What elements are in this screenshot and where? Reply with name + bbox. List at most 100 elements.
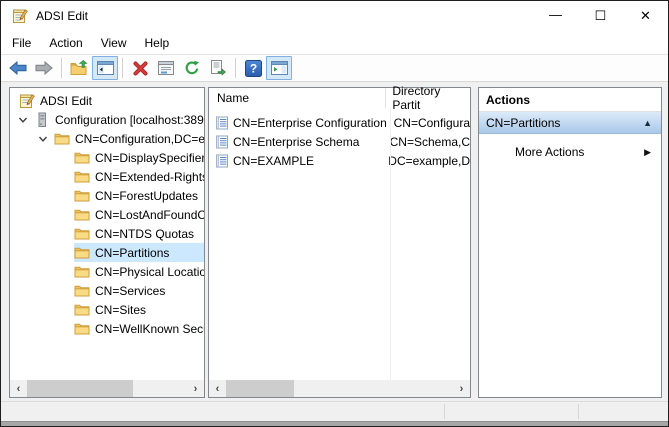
column-header-name[interactable]: Name — [209, 88, 386, 108]
list-horizontal-scrollbar[interactable]: ‹ › — [209, 380, 470, 397]
maximize-icon: ☐ — [595, 8, 607, 24]
collapse-section-icon[interactable]: ▲ — [643, 118, 652, 128]
column-divider — [390, 108, 391, 380]
tree-item-services[interactable]: CN=Services — [10, 281, 204, 300]
tree-horizontal-scrollbar[interactable]: ‹ › — [10, 380, 204, 397]
show-console-tree-button[interactable] — [92, 56, 118, 80]
tree-item-partitions[interactable]: CN=Partitions — [10, 243, 204, 262]
list-cell-partition: CN=Configura — [388, 116, 470, 130]
status-bar-divider — [578, 404, 579, 419]
chevron-expanded-icon[interactable] — [38, 134, 54, 144]
list-row-enterprise-schema[interactable]: CN=Enterprise Schema CN=Schema,C — [209, 132, 470, 151]
forward-button[interactable] — [31, 56, 57, 80]
tree-item-label: CN=Sites — [95, 303, 146, 317]
window-controls: — ☐ ✕ — [533, 1, 668, 31]
console-tree-pane: ADSI Edit Configuration [localhost:389 — [9, 87, 205, 398]
menu-action[interactable]: Action — [40, 33, 91, 53]
scrollbar-thumb[interactable] — [226, 380, 294, 397]
forward-icon — [35, 61, 53, 75]
tree-item-wellknown-security[interactable]: CN=WellKnown Secu — [10, 319, 204, 338]
directory-object-icon — [215, 135, 229, 149]
scroll-right-arrow-icon[interactable]: › — [453, 380, 470, 397]
adsi-edit-icon — [19, 93, 35, 109]
column-header-directory-partition[interactable]: Directory Partit — [386, 84, 470, 112]
tree-item-extended-rights[interactable]: CN=Extended-Rights — [10, 167, 204, 186]
list-row-example[interactable]: CN=EXAMPLE DC=example,D — [209, 151, 470, 170]
close-icon: ✕ — [640, 8, 651, 24]
actions-section-header[interactable]: CN=Partitions ▲ — [479, 112, 661, 134]
tree-item-label: ADSI Edit — [40, 94, 92, 108]
list-cell-partition: DC=example,D — [382, 154, 470, 168]
close-button[interactable]: ✕ — [623, 1, 668, 31]
refresh-icon — [184, 60, 200, 76]
folder-icon — [74, 302, 90, 318]
folder-icon — [74, 264, 90, 280]
directory-object-icon — [215, 154, 229, 168]
toolbar: ? — [1, 54, 668, 82]
list-rows: CN=Enterprise Configuration CN=Configura… — [209, 113, 470, 170]
tree-item-label: CN=ForestUpdates — [95, 189, 198, 203]
properties-icon — [158, 61, 174, 75]
svg-text:?: ? — [249, 61, 256, 75]
scroll-right-arrow-icon[interactable]: › — [187, 380, 204, 397]
scrollbar-thumb[interactable] — [27, 380, 133, 397]
up-one-level-button[interactable] — [66, 56, 92, 80]
minimize-icon: — — [549, 7, 562, 22]
tree-item-adsi-edit[interactable]: ADSI Edit — [10, 91, 204, 110]
export-list-button[interactable] — [205, 56, 231, 80]
actions-section-title: CN=Partitions — [486, 116, 643, 130]
actions-pane: Actions CN=Partitions ▲ More Actions ▶ — [478, 87, 662, 398]
delete-button[interactable] — [127, 56, 153, 80]
up-one-level-icon — [70, 60, 88, 76]
folder-icon — [74, 245, 90, 261]
tree-item-label: Configuration [localhost:389 — [55, 113, 204, 127]
selected-tree-item[interactable]: CN=Partitions — [74, 243, 204, 262]
scroll-left-arrow-icon[interactable]: ‹ — [209, 380, 226, 397]
tree-item-label: CN=WellKnown Secu — [95, 322, 204, 336]
tree-item-displayspecifiers[interactable]: CN=DisplaySpecifiers — [10, 148, 204, 167]
back-button[interactable] — [5, 56, 31, 80]
tree-item-cn-configuration[interactable]: CN=Configuration,DC=e — [10, 129, 204, 148]
list-row-enterprise-configuration[interactable]: CN=Enterprise Configuration CN=Configura — [209, 113, 470, 132]
maximize-button[interactable]: ☐ — [578, 1, 623, 31]
server-icon — [34, 112, 50, 128]
refresh-button[interactable] — [179, 56, 205, 80]
minimize-button[interactable]: — — [533, 1, 578, 31]
list-cell-name: CN=Enterprise Configuration — [233, 116, 387, 130]
more-actions-item[interactable]: More Actions ▶ — [479, 142, 661, 162]
properties-button[interactable] — [153, 56, 179, 80]
tree-item-label: CN=DisplaySpecifiers — [95, 151, 204, 165]
export-list-icon — [210, 60, 226, 76]
tree-item-sites[interactable]: CN=Sites — [10, 300, 204, 319]
window-resize-frame[interactable] — [1, 421, 668, 426]
menu-help[interactable]: Help — [136, 33, 179, 53]
tree-item-ntds-quotas[interactable]: CN=NTDS Quotas — [10, 224, 204, 243]
menu-file[interactable]: File — [3, 33, 40, 53]
delete-icon — [133, 61, 148, 76]
folder-icon — [74, 169, 90, 185]
folder-icon — [74, 188, 90, 204]
adsi-edit-app-icon — [12, 8, 28, 24]
menubar: File Action View Help — [1, 31, 668, 54]
show-console-tree-icon — [97, 61, 114, 75]
scroll-left-arrow-icon[interactable]: ‹ — [10, 380, 27, 397]
toolbar-separator — [235, 58, 236, 78]
submenu-arrow-icon: ▶ — [644, 147, 651, 158]
tree-item-forestupdates[interactable]: CN=ForestUpdates — [10, 186, 204, 205]
toolbar-separator — [61, 58, 62, 78]
folder-icon — [74, 321, 90, 337]
folder-icon — [74, 283, 90, 299]
help-icon: ? — [245, 60, 262, 77]
show-action-pane-button[interactable] — [266, 56, 292, 80]
tree-item-configuration-server[interactable]: Configuration [localhost:389 — [10, 110, 204, 129]
tree-item-physical-locations[interactable]: CN=Physical Locatio — [10, 262, 204, 281]
status-bar — [1, 401, 668, 421]
tree-item-label: CN=Configuration,DC=e — [75, 132, 204, 146]
menu-view[interactable]: View — [92, 33, 136, 53]
folder-icon — [74, 226, 90, 242]
actions-pane-title: Actions — [479, 88, 661, 112]
chevron-expanded-icon[interactable] — [18, 115, 34, 125]
list-cell-name: CN=Enterprise Schema — [233, 135, 359, 149]
tree-item-lostandfound[interactable]: CN=LostAndFoundC — [10, 205, 204, 224]
help-button[interactable]: ? — [240, 56, 266, 80]
